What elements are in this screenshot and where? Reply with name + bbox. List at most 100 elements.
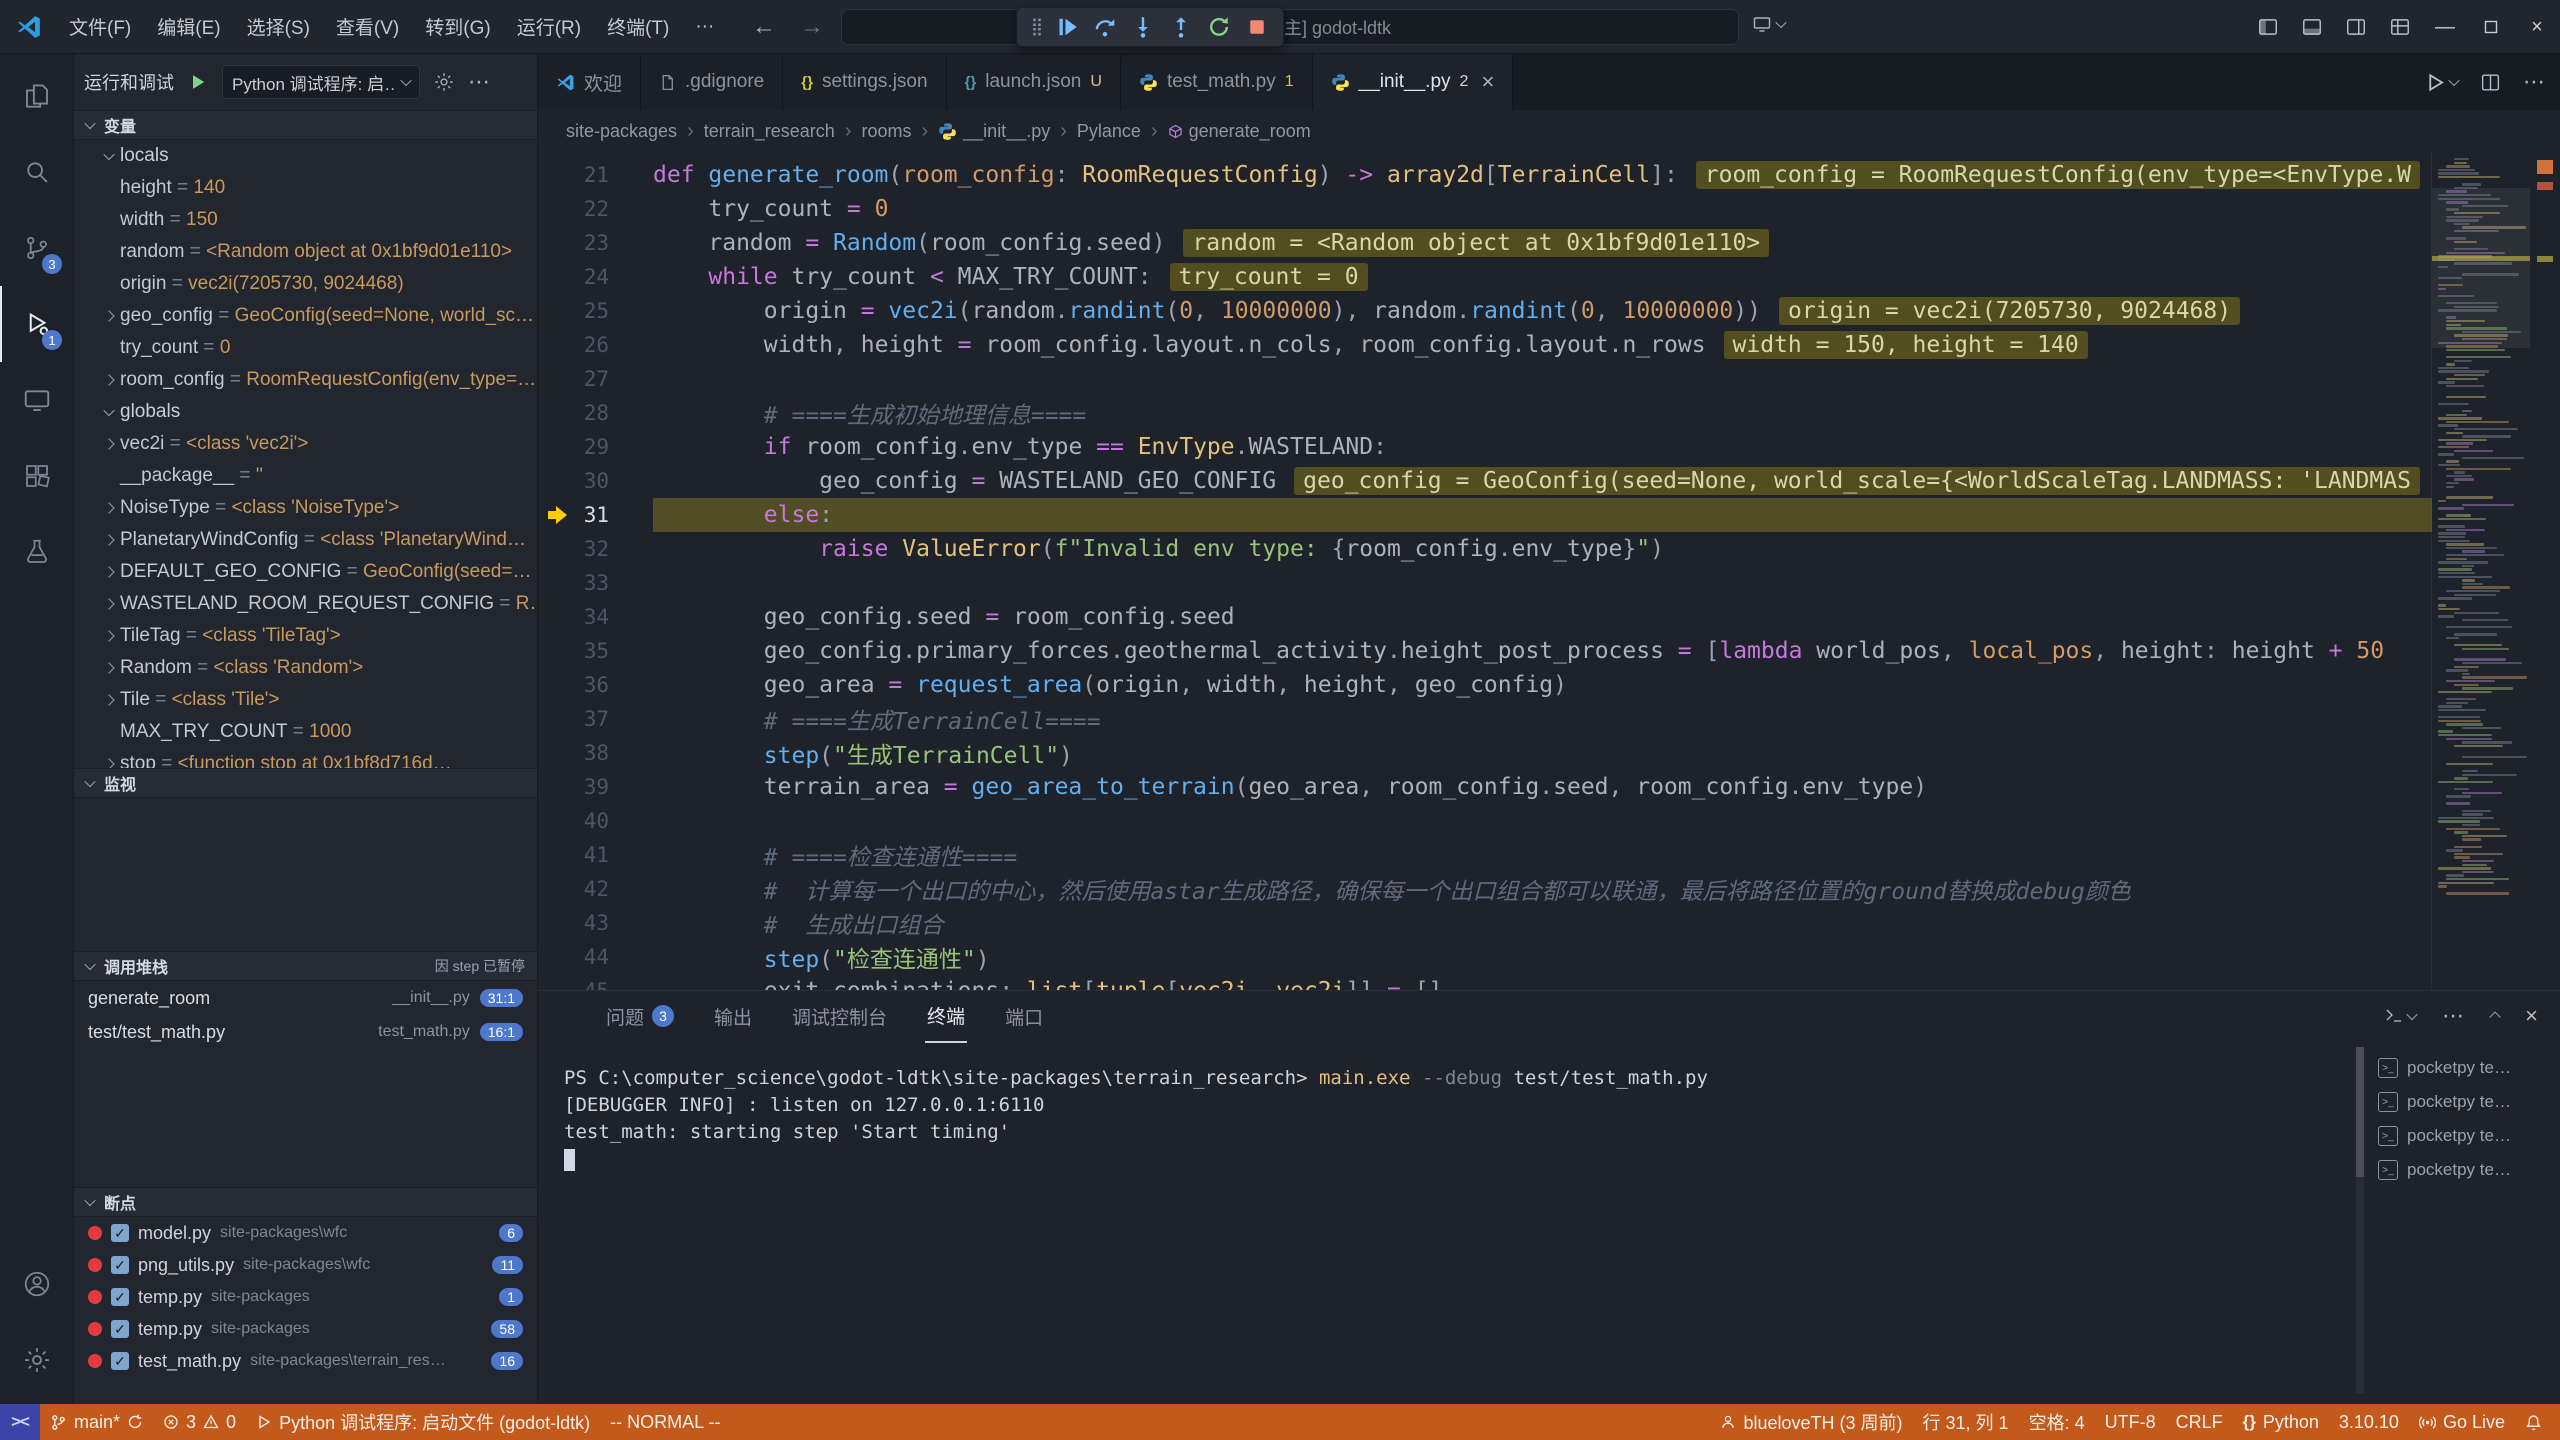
code-line[interactable]: 33 — [538, 566, 2560, 600]
variable-row[interactable]: Random = <class 'Random'> — [74, 652, 537, 684]
menu-item-1[interactable]: 编辑(E) — [144, 0, 233, 53]
gutter[interactable]: 27 — [538, 367, 653, 391]
code-line[interactable]: 42 # 计算每一个出口的中心，然后使用astar生成路径，确保每一个出口组合都… — [538, 872, 2560, 906]
checkbox-checked[interactable]: ✓ — [111, 1224, 129, 1242]
code-line[interactable]: 37 # ====生成TerrainCell==== — [538, 702, 2560, 736]
breadcrumb-item[interactable]: __init__.py — [938, 121, 1050, 142]
panel-tab-4[interactable]: 端口 — [1003, 991, 1045, 1042]
checkbox-checked[interactable]: ✓ — [111, 1352, 129, 1370]
status-problems[interactable]: 30 — [153, 1404, 246, 1440]
minimize-button[interactable]: — — [2422, 0, 2468, 54]
status-eol[interactable]: CRLF — [2166, 1404, 2233, 1440]
overview-ruler[interactable] — [2530, 152, 2560, 990]
menu-item-0[interactable]: 文件(F) — [56, 0, 144, 53]
gutter[interactable]: 38 — [538, 741, 653, 765]
code-line[interactable]: 30 geo_config = WASTELAND_GEO_CONFIGgeo_… — [538, 464, 2560, 498]
gutter[interactable]: 36 — [538, 673, 653, 697]
activity-search[interactable] — [0, 134, 73, 210]
variable-group[interactable]: globals — [74, 396, 537, 428]
gutter[interactable]: 41 — [538, 843, 653, 867]
command-center-search[interactable]: [快捷开发宿主] godot-ldtk — [841, 9, 1739, 45]
code-line[interactable]: 25 origin = vec2i(random.randint(0, 1000… — [538, 294, 2560, 328]
activity-run-debug[interactable]: 1 — [0, 286, 73, 362]
variable-group[interactable]: locals — [74, 140, 537, 172]
tab-0[interactable]: 欢迎 — [538, 54, 641, 110]
code-line[interactable]: 36 geo_area = request_area(origin, width… — [538, 668, 2560, 702]
status-debug-config[interactable]: Python 调试程序: 启动文件 (godot-ldtk) — [246, 1404, 600, 1440]
panel-tab-3[interactable]: 终端 — [925, 990, 967, 1043]
code-line[interactable]: 44 step("检查连通性") — [538, 940, 2560, 974]
status-git-branch[interactable]: main* — [40, 1404, 153, 1440]
variable-row[interactable]: random = <Random object at 0x1bf9d01e110… — [74, 236, 537, 268]
code-editor[interactable]: 21def generate_room(room_config: RoomReq… — [538, 152, 2560, 990]
gutter[interactable]: 42 — [538, 877, 653, 901]
gutter[interactable]: 29 — [538, 435, 653, 459]
code-line[interactable]: 38 step("生成TerrainCell") — [538, 736, 2560, 770]
code-line[interactable]: 28 # ====生成初始地理信息==== — [538, 396, 2560, 430]
menu-item-5[interactable]: 运行(R) — [504, 0, 594, 53]
terminal-session-2[interactable]: >_pocketpy te… — [2372, 1119, 2550, 1153]
call-stack-header[interactable]: 调用堆栈因 step 已暂停 — [74, 951, 537, 981]
variable-row[interactable]: room_config = RoomRequestConfig(env_type… — [74, 364, 537, 396]
gutter[interactable]: 23 — [538, 231, 653, 255]
code-line[interactable]: 45 exit_combinations: list[tuple[vec2i, … — [538, 974, 2560, 990]
code-line[interactable]: 39 terrain_area = geo_area_to_terrain(ge… — [538, 770, 2560, 804]
activity-account[interactable] — [0, 1246, 73, 1322]
variable-row[interactable]: height = 140 — [74, 172, 537, 204]
breakpoint-row[interactable]: ✓temp.pysite-packages1 — [74, 1281, 537, 1313]
continue-button[interactable] — [1049, 11, 1085, 43]
status-python-version[interactable]: 3.10.10 — [2329, 1404, 2409, 1440]
status-encoding[interactable]: UTF-8 — [2095, 1404, 2166, 1440]
variable-row[interactable]: __package__ = '' — [74, 460, 537, 492]
step-out-button[interactable] — [1163, 11, 1199, 43]
close-icon[interactable]: × — [1481, 69, 1494, 95]
gutter[interactable]: 25 — [538, 299, 653, 323]
toggle-sidebar-icon[interactable] — [2246, 0, 2290, 54]
launch-profile-icon[interactable] — [2384, 1006, 2416, 1026]
code-line[interactable]: 21def generate_room(room_config: RoomReq… — [538, 158, 2560, 192]
gutter[interactable]: 37 — [538, 707, 653, 731]
variable-row[interactable]: try_count = 0 — [74, 332, 537, 364]
start-debug-button[interactable] — [183, 67, 213, 97]
gutter[interactable]: 39 — [538, 775, 653, 799]
step-into-button[interactable] — [1125, 11, 1161, 43]
split-editor-icon[interactable] — [2480, 72, 2501, 93]
gutter[interactable]: 30 — [538, 469, 653, 493]
variable-row[interactable]: TileTag = <class 'TileTag'> — [74, 620, 537, 652]
status-cursor-position[interactable]: 行 31, 列 1 — [1913, 1404, 2019, 1440]
close-button[interactable]: × — [2514, 0, 2560, 54]
menu-item-2[interactable]: 选择(S) — [234, 0, 323, 53]
run-python-file-button[interactable] — [2425, 72, 2458, 93]
gutter[interactable]: 31 — [538, 503, 653, 527]
tab-3[interactable]: {}launch.jsonU — [947, 54, 1121, 110]
code-line[interactable]: 26 width, height = room_config.layout.n_… — [538, 328, 2560, 362]
menu-item-7[interactable]: ··· — [682, 0, 727, 53]
activity-remote-explorer[interactable] — [0, 362, 73, 438]
breadcrumb-item[interactable]: Pylance — [1077, 121, 1141, 142]
activity-testing[interactable] — [0, 514, 73, 590]
maximize-button[interactable] — [2468, 0, 2514, 54]
gutter[interactable]: 21 — [538, 163, 653, 187]
status-notifications[interactable] — [2515, 1404, 2552, 1440]
stop-button[interactable] — [1239, 11, 1275, 43]
terminal-output[interactable]: PS C:\computer_science\godot-ldtk\site-p… — [564, 1065, 2350, 1173]
breakpoints-header[interactable]: 断点 — [74, 1187, 537, 1217]
more-actions-icon[interactable]: ⋯ — [468, 69, 491, 95]
status-go-live[interactable]: Go Live — [2409, 1404, 2515, 1440]
stack-frame[interactable]: test/test_math.pytest_math.py16:1 — [74, 1015, 537, 1049]
step-over-button[interactable] — [1087, 11, 1123, 43]
code-line[interactable]: 22 try_count = 0 — [538, 192, 2560, 226]
code-line[interactable]: 35 geo_config.primary_forces.geothermal_… — [538, 634, 2560, 668]
toggle-secondary-sidebar-icon[interactable] — [2334, 0, 2378, 54]
drag-handle-icon[interactable]: ⣿ — [1025, 17, 1047, 37]
gutter[interactable]: 24 — [538, 265, 653, 289]
gutter[interactable]: 28 — [538, 401, 653, 425]
code-line[interactable]: 24 while try_count < MAX_TRY_COUNT:try_c… — [538, 260, 2560, 294]
code-line[interactable]: 43 # 生成出口组合 — [538, 906, 2560, 940]
gutter[interactable]: 45 — [538, 979, 653, 990]
activity-settings[interactable] — [0, 1322, 73, 1398]
panel-tab-2[interactable]: 调试控制台 — [790, 991, 889, 1042]
more-actions-icon[interactable]: ⋯ — [2442, 1003, 2465, 1029]
variable-row[interactable]: origin = vec2i(7205730, 9024468) — [74, 268, 537, 300]
back-icon[interactable]: ← — [752, 0, 776, 54]
